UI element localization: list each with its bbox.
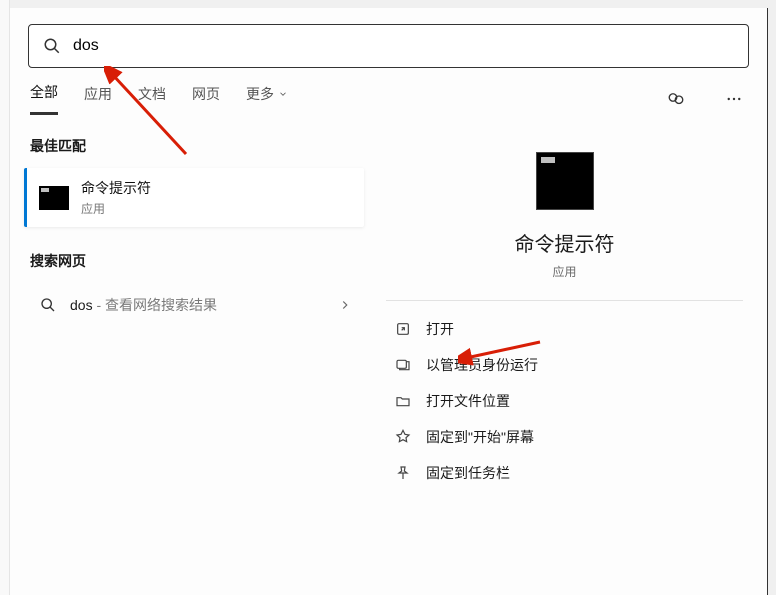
action-pin-taskbar-label: 固定到任务栏 (426, 463, 510, 483)
tab-more[interactable]: 更多 (246, 84, 288, 114)
action-open[interactable]: 打开 (386, 311, 743, 347)
action-pin-taskbar[interactable]: 固定到任务栏 (386, 455, 743, 491)
tab-web[interactable]: 网页 (192, 84, 220, 114)
search-flyout: 全部 应用 文档 网页 更多 最佳匹配 命令提示符 (10, 8, 768, 595)
best-match-subtitle: 应用 (81, 200, 151, 217)
ellipsis-icon (725, 90, 743, 108)
action-run-as-admin[interactable]: 以管理员身份运行 (386, 347, 743, 383)
detail-subtitle: 应用 (552, 263, 576, 280)
tab-all[interactable]: 全部 (30, 82, 58, 115)
pin-icon (394, 428, 412, 446)
action-admin-label: 以管理员身份运行 (426, 355, 538, 375)
action-pin-start-label: 固定到"开始"屏幕 (426, 427, 534, 447)
shield-icon (394, 356, 412, 374)
best-match-result[interactable]: 命令提示符 应用 (24, 168, 364, 227)
search-input[interactable] (61, 37, 734, 55)
search-box[interactable] (28, 24, 749, 68)
action-pin-start[interactable]: 固定到"开始"屏幕 (386, 419, 743, 455)
results-column: 最佳匹配 命令提示符 应用 搜索网页 dos - 查看网络搜索结果 (24, 136, 364, 491)
best-match-title: 命令提示符 (81, 178, 151, 198)
web-term: dos (70, 297, 93, 313)
web-result-text: dos - 查看网络搜索结果 (70, 295, 338, 315)
web-heading: 搜索网页 (30, 251, 358, 271)
search-icon (43, 37, 61, 55)
feedback-button[interactable] (663, 86, 689, 112)
web-search-result[interactable]: dos - 查看网络搜索结果 (24, 283, 364, 327)
best-match-text: 命令提示符 应用 (81, 178, 151, 217)
left-edge-bar (0, 0, 10, 595)
pin-icon (394, 464, 412, 482)
more-options-button[interactable] (721, 86, 747, 112)
detail-column: 命令提示符 应用 打开 以管理员身份运行 (376, 136, 753, 491)
cmd-large-icon (536, 152, 594, 210)
best-match-heading: 最佳匹配 (30, 136, 358, 156)
action-open-location[interactable]: 打开文件位置 (386, 383, 743, 419)
chevron-down-icon (278, 89, 288, 99)
detail-title: 命令提示符 (515, 228, 615, 257)
chevron-right-icon (338, 298, 352, 312)
folder-icon (394, 392, 412, 410)
web-suffix: - 查看网络搜索结果 (93, 297, 217, 313)
search-icon (40, 297, 56, 313)
action-location-label: 打开文件位置 (426, 391, 510, 411)
search-container (10, 8, 767, 68)
cmd-icon (39, 186, 69, 210)
action-open-label: 打开 (426, 319, 454, 339)
detail-hero: 命令提示符 应用 (386, 136, 743, 301)
tabs-bar: 全部 应用 文档 网页 更多 (10, 68, 767, 116)
feedback-icon (667, 90, 685, 108)
tab-apps[interactable]: 应用 (84, 84, 112, 114)
open-icon (394, 320, 412, 338)
content-area: 最佳匹配 命令提示符 应用 搜索网页 dos - 查看网络搜索结果 (10, 116, 767, 491)
tab-more-label: 更多 (246, 84, 274, 104)
tab-docs[interactable]: 文档 (138, 84, 166, 114)
detail-actions: 打开 以管理员身份运行 打开文件位置 (386, 301, 743, 491)
